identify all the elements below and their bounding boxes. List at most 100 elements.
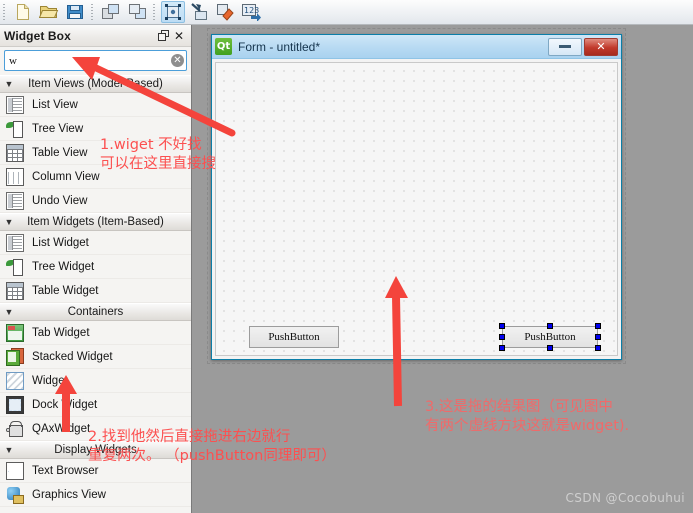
close-x-icon[interactable]: ✕	[584, 37, 618, 56]
widget-item-label: Tree View	[32, 122, 84, 135]
open-folder-icon	[39, 6, 59, 18]
widget-item-label: Table View	[32, 146, 88, 159]
restore-dock-icon[interactable]	[155, 28, 171, 44]
form-window-container: Qt Form - untitled* ✕ PushButton PushBut…	[207, 28, 626, 364]
widget-item-label: Undo View	[32, 194, 88, 207]
widget-item-label: List Widget	[32, 236, 89, 249]
pushbutton-1[interactable]: PushButton	[249, 326, 339, 348]
annotation-3-line-1: 3.这是拖的结果图（可见图中	[425, 399, 613, 415]
minimize-icon[interactable]	[548, 37, 582, 56]
widget-item-dock-widget[interactable]: Dock Widget	[0, 393, 191, 417]
graphics-view-icon	[6, 486, 24, 504]
list-view-icon	[6, 233, 24, 252]
chevron-down-icon: ▼	[4, 445, 14, 455]
new-document-icon	[17, 4, 29, 20]
resize-handle-w[interactable]	[499, 334, 505, 340]
widget-item-list-widget[interactable]: List Widget	[0, 231, 191, 255]
widget-group-containers[interactable]: ▼ Containers	[0, 303, 191, 321]
widget-item-label: Column View	[32, 170, 100, 183]
edit-signals-slots-button[interactable]	[187, 1, 211, 23]
dock-widget-icon	[6, 395, 24, 414]
annotation-2: 2.找到他然后直接拖进右边就行 重复两次。 （pushButton同理即可）	[88, 428, 336, 466]
resize-handle-nw[interactable]	[499, 323, 505, 329]
tab-order-123-icon: 123	[242, 4, 261, 21]
column-view-icon	[6, 167, 24, 186]
undo-button[interactable]	[99, 1, 123, 23]
stacked-widget-icon	[6, 347, 24, 366]
table-view-icon	[6, 281, 24, 300]
annotation-1: 1.wiget 不好找 可以在这里直接搜	[100, 136, 216, 174]
resize-handle-se[interactable]	[595, 345, 601, 351]
widget-item-label: Table Widget	[32, 284, 99, 297]
toolbar-grip-mode[interactable]	[151, 2, 158, 22]
widget-item-label: Widget	[32, 374, 68, 387]
text-browser-icon: AI	[6, 461, 24, 480]
redo-arrow-icon	[129, 4, 146, 19]
widget-item-list-view[interactable]: List View	[0, 93, 191, 117]
close-x-icon[interactable]: ✕	[171, 28, 187, 44]
qax-widget-icon	[6, 420, 24, 438]
widget-box-search-field[interactable]: w ✕	[4, 50, 187, 71]
widget-item-table-widget[interactable]: Table Widget	[0, 279, 191, 303]
widget-item-label: Dock Widget	[32, 398, 98, 411]
tree-view-icon	[6, 120, 24, 138]
annotation-3: 3.这是拖的结果图（可见图中 有两个虚线方块这就是widget).	[425, 398, 629, 436]
signals-slots-icon	[191, 3, 207, 20]
annotation-1-line-1: 1.wiget 不好找	[100, 137, 202, 153]
tab-widget-icon	[6, 323, 24, 342]
csdn-watermark: CSDN @Cocobuhui	[565, 491, 685, 505]
widget-item-graphics-view[interactable]: Graphics View	[0, 483, 191, 507]
resize-handle-e[interactable]	[595, 334, 601, 340]
widget-item-widget[interactable]: Widget	[0, 369, 191, 393]
widget-item-undo-view[interactable]: Undo View	[0, 189, 191, 213]
widget-item-stacked-widget[interactable]: Stacked Widget	[0, 345, 191, 369]
tree-view-icon	[6, 258, 24, 276]
resize-handle-sw[interactable]	[499, 345, 505, 351]
widget-item-label: QAxWidget	[32, 422, 91, 435]
undo-arrow-icon	[102, 4, 119, 19]
annotation-3-line-2: 有两个虚线方块这就是widget).	[425, 418, 630, 434]
resize-handle-s[interactable]	[547, 345, 553, 351]
clear-circle-icon[interactable]: ✕	[171, 54, 184, 67]
new-form-button[interactable]	[11, 1, 35, 23]
widget-box-titlebar: Widget Box ✕	[0, 25, 191, 47]
form-window[interactable]: Qt Form - untitled* ✕ PushButton PushBut…	[211, 34, 622, 360]
widget-group-label: Item Views (Model-Based)	[28, 78, 163, 90]
edit-buddies-button[interactable]	[213, 1, 237, 23]
chevron-down-icon: ▼	[4, 79, 14, 89]
widget-item-tab-widget[interactable]: Tab Widget	[0, 321, 191, 345]
qt-logo-icon: Qt	[215, 38, 232, 55]
toolbar-grip-edit[interactable]	[89, 2, 96, 22]
undo-view-icon	[6, 191, 24, 210]
save-form-button[interactable]	[63, 1, 87, 23]
chevron-down-icon: ▼	[4, 217, 14, 227]
annotation-2-line-1: 2.找到他然后直接拖进右边就行	[88, 429, 291, 445]
edit-widgets-button[interactable]	[161, 1, 185, 23]
annotation-1-line-2: 可以在这里直接搜	[100, 156, 216, 172]
form-design-canvas[interactable]: PushButton PushButton	[215, 62, 618, 356]
resize-handle-ne[interactable]	[595, 323, 601, 329]
search-input[interactable]: w	[9, 55, 171, 67]
chevron-down-icon: ▼	[4, 307, 14, 317]
widget-item-label: Graphics View	[32, 488, 106, 501]
resize-handle-n[interactable]	[547, 323, 553, 329]
table-view-icon	[6, 143, 24, 162]
annotation-2-line-2: 重复两次。 （pushButton同理即可）	[88, 448, 336, 464]
widget-group-item-widgets[interactable]: ▼ Item Widgets (Item-Based)	[0, 213, 191, 231]
widget-group-item-views[interactable]: ▼ Item Views (Model-Based)	[0, 75, 191, 93]
form-titlebar[interactable]: Qt Form - untitled* ✕	[212, 35, 621, 59]
toolbar-grip-file[interactable]	[1, 2, 8, 22]
widget-item-label: List View	[32, 98, 78, 111]
buddies-tag-icon	[217, 4, 234, 21]
widget-box-title: Widget Box	[4, 28, 71, 43]
edit-widgets-icon	[165, 4, 181, 20]
widget-item-tree-widget[interactable]: Tree Widget	[0, 255, 191, 279]
open-form-button[interactable]	[37, 1, 61, 23]
widget-item-label: Tab Widget	[32, 326, 90, 339]
edit-tab-order-button[interactable]: 123	[239, 1, 263, 23]
main-toolbar: 123	[0, 0, 693, 25]
form-window-title: Form - untitled*	[238, 39, 321, 54]
widget-item-label: Tree Widget	[32, 260, 95, 273]
redo-button[interactable]	[125, 1, 149, 23]
widget-icon	[6, 371, 24, 390]
